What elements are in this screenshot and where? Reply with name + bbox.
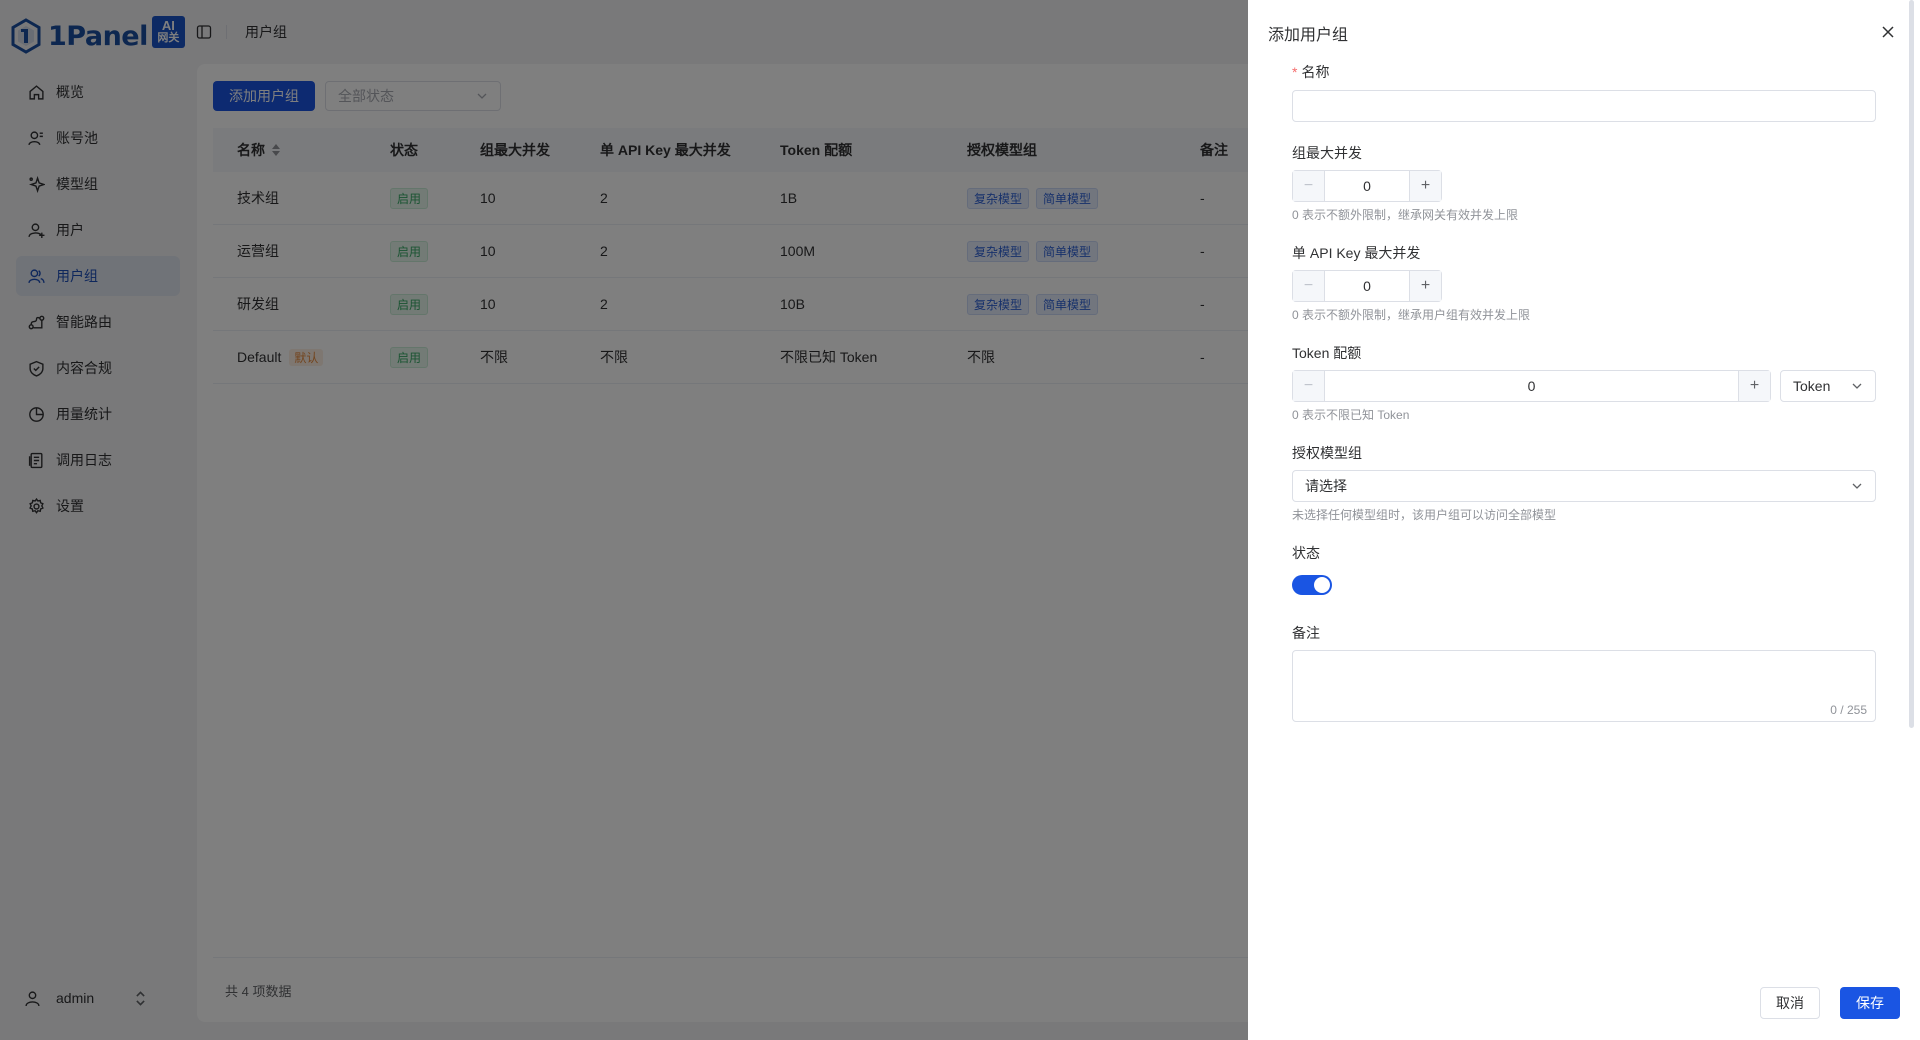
key-max-value[interactable]: 0 [1325, 271, 1409, 301]
name-input[interactable] [1292, 90, 1876, 122]
toggle-knob [1314, 577, 1330, 593]
status-label: 状态 [1292, 545, 1320, 561]
quota-increment-button[interactable]: + [1738, 371, 1770, 401]
close-icon[interactable] [1880, 24, 1896, 40]
quota-hint: 0 表示不限已知 Token [1292, 408, 1410, 422]
group-max-label: 组最大并发 [1292, 145, 1362, 161]
chevron-down-icon [1852, 483, 1862, 489]
group-max-increment-button[interactable]: + [1409, 171, 1441, 201]
key-max-decrement-button[interactable]: − [1293, 271, 1325, 301]
key-max-hint: 0 表示不额外限制，继承用户组有效并发上限 [1292, 308, 1531, 322]
key-max-increment-button[interactable]: + [1409, 271, 1441, 301]
models-hint: 未选择任何模型组时，该用户组可以访问全部模型 [1292, 508, 1557, 522]
quota-label: Token 配额 [1292, 345, 1362, 361]
quota-unit-value: Token [1793, 378, 1831, 394]
models-select-placeholder: 请选择 [1305, 478, 1347, 494]
note-textarea[interactable]: 0 / 255 [1292, 650, 1876, 722]
status-toggle[interactable] [1292, 575, 1332, 595]
save-button[interactable]: 保存 [1840, 987, 1900, 1019]
name-label-text: 名称 [1301, 64, 1330, 80]
note-label: 备注 [1292, 625, 1320, 641]
quota-stepper[interactable]: − 0 + [1292, 370, 1771, 402]
name-label: * 名称 [1292, 62, 1329, 82]
app-root: 1Panel AI 网关 概览 账号池 模型组 用户 [0, 0, 1920, 1040]
add-user-group-drawer: 添加用户组 * 名称 组最大并发 − 0 + 0 表示不额外限制，继承网关有效并发… [1248, 0, 1920, 1040]
group-max-value[interactable]: 0 [1325, 171, 1409, 201]
models-label: 授权模型组 [1292, 445, 1362, 461]
quota-decrement-button[interactable]: − [1293, 371, 1325, 401]
group-max-decrement-button[interactable]: − [1293, 171, 1325, 201]
quota-value[interactable]: 0 [1325, 371, 1738, 401]
cancel-button[interactable]: 取消 [1760, 987, 1820, 1019]
key-max-stepper[interactable]: − 0 + [1292, 270, 1442, 302]
drawer-title: 添加用户组 [1268, 27, 1349, 44]
group-max-stepper[interactable]: − 0 + [1292, 170, 1442, 202]
key-max-label: 单 API Key 最大并发 [1292, 245, 1421, 261]
models-select[interactable]: 请选择 [1292, 470, 1876, 502]
group-max-hint: 0 表示不额外限制，继承网关有效并发上限 [1292, 208, 1519, 222]
chevron-down-icon [1852, 383, 1862, 389]
note-char-counter: 0 / 255 [1830, 703, 1867, 717]
quota-unit-select[interactable]: Token [1780, 370, 1876, 402]
drawer-scrollbar[interactable] [1906, 0, 1916, 728]
scrollbar-thumb[interactable] [1909, 0, 1914, 728]
required-mark: * [1292, 64, 1298, 80]
